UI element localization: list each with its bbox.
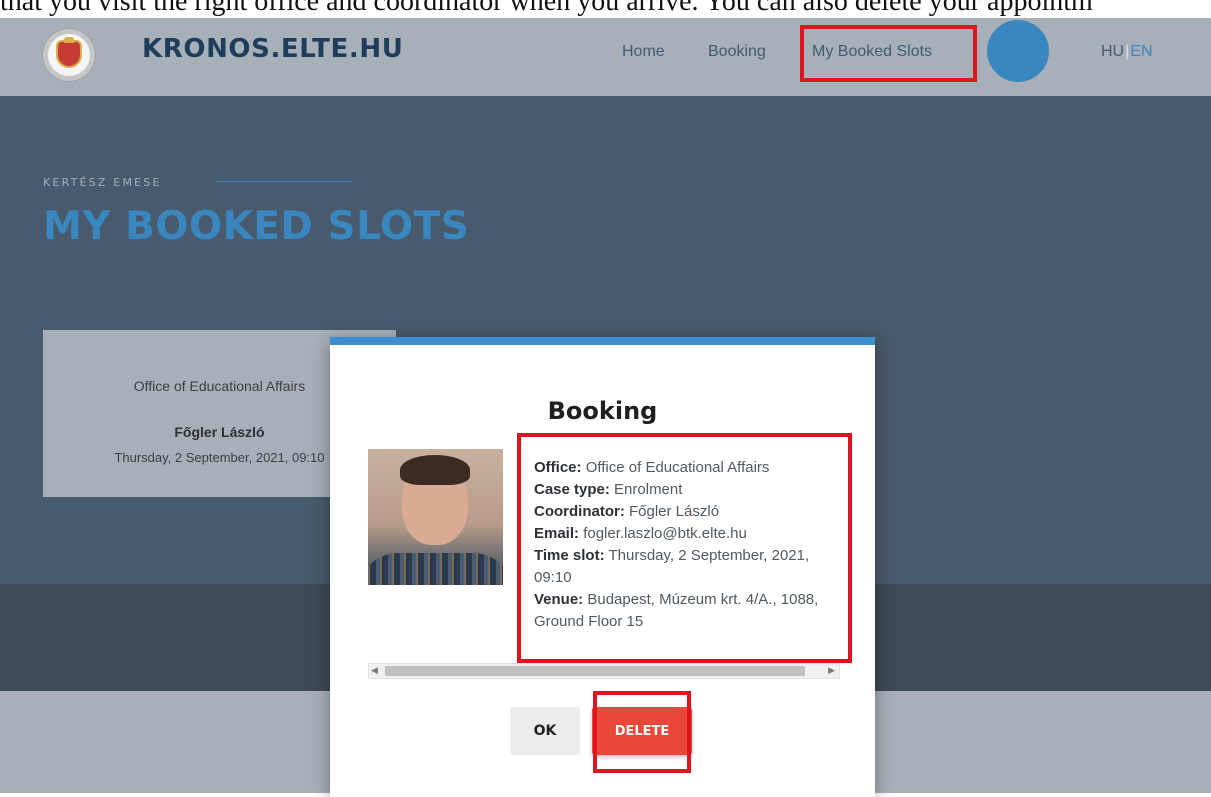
user-name-label: KERTÉSZ EMESE — [43, 176, 162, 189]
instruction-text: that you visit the right office and coor… — [0, 0, 1093, 17]
university-crest-icon[interactable] — [42, 28, 96, 82]
site-brand[interactable]: KRONOS.ELTE.HU — [142, 34, 403, 64]
photo-hair — [400, 455, 470, 485]
lang-hu-link[interactable]: HU — [1101, 43, 1124, 60]
top-navbar: KRONOS.ELTE.HU Home Booking My Booked Sl… — [0, 18, 1211, 96]
nav-link-booking[interactable]: Booking — [708, 43, 766, 61]
photo-shirt — [368, 553, 503, 585]
detail-venue: Venue: Budapest, Múzeum krt. 4/A., 1088,… — [534, 591, 819, 630]
scroll-right-arrow-icon[interactable]: ▶ — [828, 665, 835, 676]
detail-case-type: Case type: Enrolment — [534, 481, 683, 498]
lang-en-link[interactable]: EN — [1130, 43, 1152, 60]
detail-coordinator: Coordinator: Főgler László — [534, 503, 720, 520]
detail-office: Office: Office of Educational Affairs — [534, 459, 770, 476]
crest-shield-icon — [58, 37, 80, 66]
booking-details: Office: Office of Educational Affairs Ca… — [534, 457, 846, 659]
user-avatar[interactable] — [987, 20, 1049, 82]
detail-time-slot: Time slot: Thursday, 2 September, 2021, … — [534, 547, 810, 586]
booking-modal: Booking Office: Office of Educational Af… — [330, 337, 875, 797]
scroll-left-arrow-icon[interactable]: ◀ — [371, 665, 378, 676]
language-switcher: HU|EN — [1101, 43, 1153, 61]
scrollbar-thumb[interactable] — [385, 666, 805, 676]
modal-title: Booking — [547, 397, 658, 425]
ok-button[interactable]: OK — [510, 707, 580, 755]
delete-button[interactable]: DELETE — [592, 707, 692, 755]
nav-link-my-booked-slots[interactable]: My Booked Slots — [812, 43, 932, 61]
decorative-line — [215, 181, 353, 182]
lang-separator: | — [1125, 43, 1130, 60]
nav-link-home[interactable]: Home — [622, 43, 665, 61]
horizontal-scrollbar[interactable]: ◀ ▶ — [368, 663, 840, 679]
page-title: MY BOOKED SLOTS — [43, 204, 470, 249]
detail-email: Email: fogler.laszlo@btk.elte.hu — [534, 525, 747, 542]
coordinator-photo — [368, 449, 503, 585]
